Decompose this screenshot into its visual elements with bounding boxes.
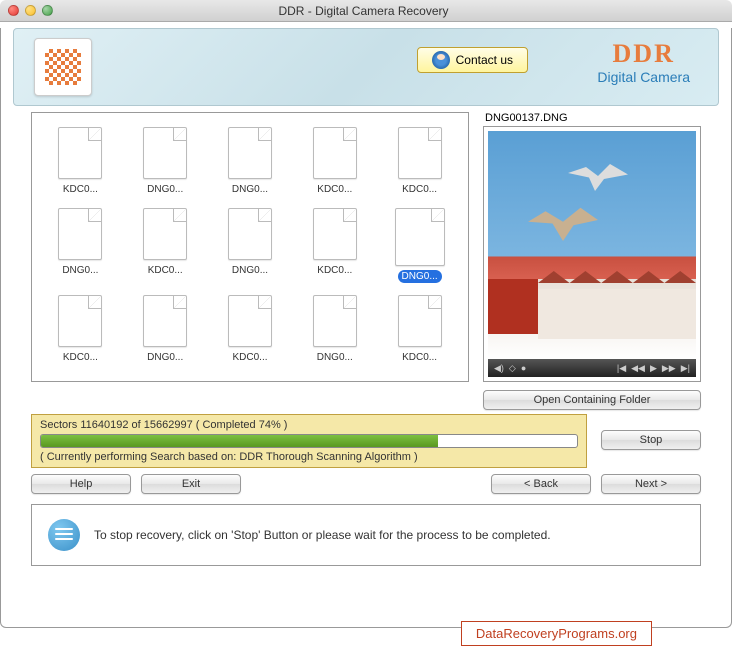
file-label: KDC0... — [398, 351, 441, 364]
file-item[interactable]: KDC0... — [42, 291, 119, 368]
progress-text: Sectors 11640192 of 15662997 ( Completed… — [40, 419, 578, 431]
bird-icon — [568, 161, 628, 191]
file-label: KDC0... — [59, 183, 102, 196]
preview-panel: DNG00137.DNG ◀) ◇ ● — [483, 112, 701, 382]
volume-icon[interactable]: ◀) — [494, 363, 504, 374]
file-label: DNG0... — [143, 351, 187, 364]
file-item[interactable]: DNG0... — [296, 291, 373, 368]
file-grid-container: KDC0... DNG0... DNG0... KDC0... KDC0... DNG0.… — [31, 112, 469, 382]
file-label: KDC0... — [59, 351, 102, 364]
file-icon — [143, 127, 187, 179]
contact-us-button[interactable]: Contact us — [417, 47, 528, 73]
file-icon — [398, 295, 442, 347]
tip-text: To stop recovery, click on 'Stop' Button… — [94, 528, 551, 542]
forward-icon[interactable]: ▶▶ — [662, 363, 676, 374]
banner: Contact us DDR Digital Camera — [13, 28, 719, 106]
next-button[interactable]: Next > — [601, 474, 701, 494]
preview-image — [488, 131, 696, 359]
file-icon — [395, 208, 445, 266]
file-icon — [143, 295, 187, 347]
file-item[interactable]: DNG0... — [127, 123, 204, 200]
info-icon — [48, 519, 80, 551]
progress-bar — [40, 434, 578, 448]
file-icon — [313, 295, 357, 347]
window-title: DDR - Digital Camera Recovery — [3, 4, 724, 18]
play-icon[interactable]: ▶ — [650, 363, 657, 374]
prev-icon[interactable]: |◀ — [617, 363, 626, 374]
file-label: DNG0... — [313, 351, 357, 364]
titlebar: DDR - Digital Camera Recovery — [0, 0, 732, 22]
file-icon — [313, 208, 357, 260]
file-label: KDC0... — [313, 264, 356, 277]
bird-icon — [528, 206, 598, 241]
logo-pattern-icon — [45, 49, 81, 85]
file-icon — [398, 127, 442, 179]
file-item[interactable]: DNG0... — [42, 204, 119, 287]
brand-subtitle: Digital Camera — [597, 69, 690, 85]
file-icon — [228, 208, 272, 260]
stop-button[interactable]: Stop — [601, 430, 701, 450]
file-grid: KDC0... DNG0... DNG0... KDC0... KDC0... DNG0.… — [42, 123, 458, 368]
next-icon[interactable]: ▶| — [681, 363, 690, 374]
file-item[interactable]: DNG0... — [127, 291, 204, 368]
file-icon — [228, 127, 272, 179]
contact-label: Contact us — [456, 53, 513, 67]
help-button[interactable]: Help — [31, 474, 131, 494]
media-controls: ◀) ◇ ● |◀ ◀◀ ▶ ▶▶ ▶| — [488, 359, 696, 377]
file-label: DNG0... — [228, 264, 272, 277]
file-icon — [143, 208, 187, 260]
app-logo — [34, 38, 92, 96]
file-item[interactable]: DNG0... — [212, 123, 289, 200]
exit-button[interactable]: Exit — [141, 474, 241, 494]
progress-algorithm: ( Currently performing Search based on: … — [40, 451, 578, 463]
open-containing-folder-button[interactable]: Open Containing Folder — [483, 390, 701, 410]
footer-link[interactable]: DataRecoveryPrograms.org — [461, 621, 652, 646]
file-label: KDC0... — [144, 264, 187, 277]
file-icon — [58, 295, 102, 347]
person-icon — [432, 51, 450, 69]
stop-icon[interactable]: ◇ — [509, 363, 516, 374]
file-item[interactable]: DNG0... — [212, 204, 289, 287]
brand: DDR Digital Camera — [597, 39, 690, 85]
file-icon — [313, 127, 357, 179]
file-label: KDC0... — [228, 351, 271, 364]
file-icon — [58, 127, 102, 179]
file-item[interactable]: KDC0... — [296, 123, 373, 200]
file-icon — [228, 295, 272, 347]
brand-name: DDR — [597, 39, 690, 69]
file-label: DNG0... — [143, 183, 187, 196]
progress-fill — [41, 435, 438, 447]
file-item[interactable]: KDC0... — [42, 123, 119, 200]
file-item[interactable]: KDC0... — [381, 123, 458, 200]
tip-box: To stop recovery, click on 'Stop' Button… — [31, 504, 701, 566]
file-label: DNG0... — [228, 183, 272, 196]
file-label: DNG0... — [58, 264, 102, 277]
rewind-icon[interactable]: ◀◀ — [631, 363, 645, 374]
house-graphic — [488, 279, 696, 339]
back-button[interactable]: < Back — [491, 474, 591, 494]
file-label: KDC0... — [398, 183, 441, 196]
file-item[interactable]: DNG0... — [381, 204, 458, 287]
record-icon[interactable]: ● — [521, 363, 526, 373]
progress-box: Sectors 11640192 of 15662997 ( Completed… — [31, 414, 587, 468]
file-label: DNG0... — [398, 270, 442, 283]
file-item[interactable]: KDC0... — [381, 291, 458, 368]
file-item[interactable]: KDC0... — [127, 204, 204, 287]
preview-box: ◀) ◇ ● |◀ ◀◀ ▶ ▶▶ ▶| — [483, 126, 701, 382]
preview-filename: DNG00137.DNG — [483, 112, 701, 124]
file-label: KDC0... — [313, 183, 356, 196]
window-body: Contact us DDR Digital Camera KDC0... DNG… — [0, 28, 732, 628]
file-item[interactable]: KDC0... — [212, 291, 289, 368]
file-item[interactable]: KDC0... — [296, 204, 373, 287]
file-icon — [58, 208, 102, 260]
